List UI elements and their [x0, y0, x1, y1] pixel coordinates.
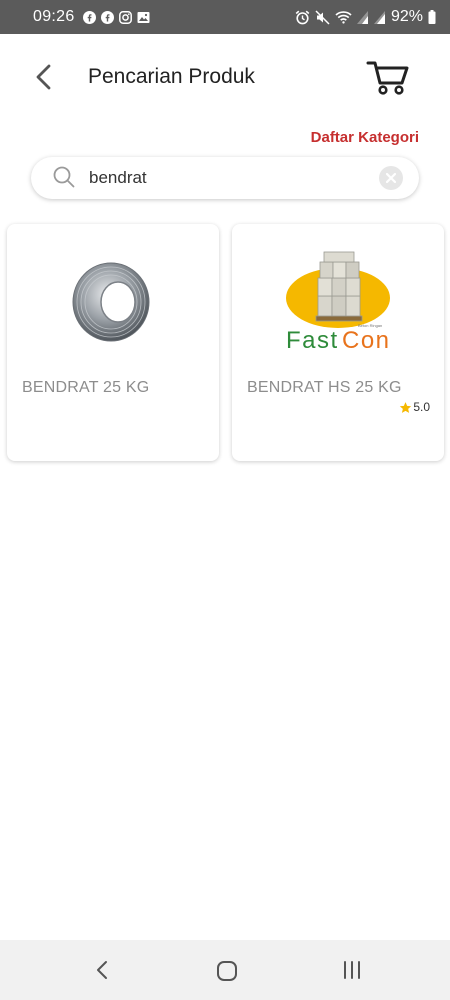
product-rating: 5.0	[399, 400, 430, 414]
rating-value: 5.0	[413, 400, 430, 414]
nav-home-icon[interactable]	[216, 960, 238, 982]
app-header: Pencarian Produk	[0, 34, 450, 124]
status-right: 92%	[295, 8, 436, 26]
wire-coil-image	[72, 262, 150, 342]
product-card[interactable]: Fast Con Beton Ringan BENDRAT HS 25 KG 5…	[232, 224, 444, 461]
clear-search-button[interactable]	[379, 166, 403, 190]
cart-icon	[366, 61, 409, 95]
facebook-icon	[101, 11, 114, 24]
signal-icon	[356, 10, 368, 24]
logo-tagline: Beton Ringan	[358, 323, 382, 328]
facebook-icon	[83, 11, 96, 24]
mute-icon	[315, 9, 330, 25]
page-title: Pencarian Produk	[88, 65, 255, 88]
category-list-link[interactable]: Daftar Kategori	[311, 129, 419, 146]
wifi-icon	[335, 11, 352, 24]
status-bar: 09:26 92%	[0, 0, 450, 34]
clear-icon	[385, 172, 397, 184]
alarm-icon	[295, 10, 310, 24]
chevron-left-icon	[36, 64, 51, 90]
system-nav-bar	[0, 940, 450, 1000]
signal-icon	[373, 10, 385, 24]
star-icon	[400, 401, 412, 413]
image-icon	[137, 12, 150, 23]
back-button[interactable]	[30, 62, 58, 92]
product-card[interactable]: BENDRAT 25 KG	[7, 224, 219, 461]
cart-button[interactable]	[366, 58, 410, 96]
logo-text-fast: Fast	[286, 327, 339, 354]
product-name: BENDRAT 25 KG	[22, 379, 150, 396]
battery-icon	[428, 10, 436, 24]
nav-recents-icon[interactable]	[342, 961, 362, 979]
logo-text-con: Con	[342, 327, 391, 354]
instagram-icon	[119, 11, 132, 24]
product-name: BENDRAT HS 25 KG	[247, 379, 402, 396]
search-bar	[31, 157, 419, 199]
status-time: 09:26	[33, 8, 75, 25]
search-icon	[53, 166, 75, 188]
battery-percent: 92%	[390, 8, 423, 25]
nav-back-icon[interactable]	[94, 960, 110, 980]
notification-icons	[83, 11, 150, 24]
search-input[interactable]	[89, 165, 369, 191]
fastcon-logo-image: Fast Con Beton Ringan	[286, 251, 391, 354]
